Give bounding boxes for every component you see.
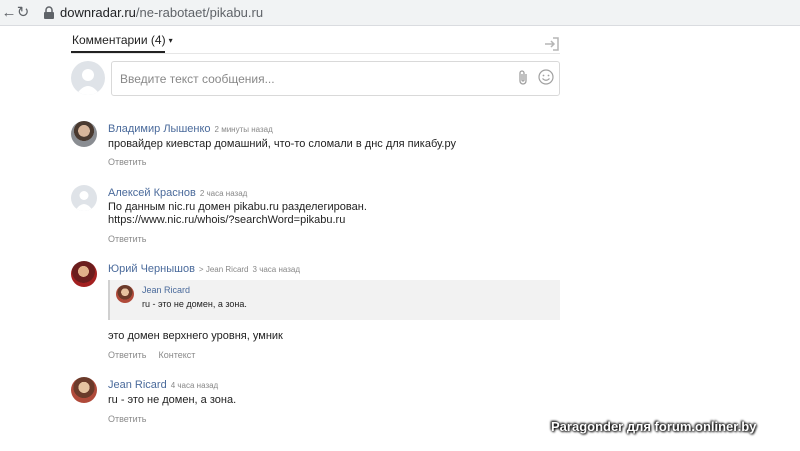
quote-text: ru - это не домен, а зона. xyxy=(142,299,247,309)
watermark-text: Paragonder для forum.onliner.by xyxy=(551,419,757,434)
reply-link[interactable]: Ответить xyxy=(108,414,146,424)
comment-author[interactable]: Владимир Лышенко xyxy=(108,123,211,135)
comment-text: это домен верхнего уровня, умник xyxy=(108,330,283,342)
comment-time: 4 часа назад xyxy=(170,381,219,390)
avatar xyxy=(116,285,134,303)
comment-time: 3 часа назад xyxy=(252,265,301,274)
user-placeholder-icon xyxy=(75,191,93,211)
comment-author[interactable]: Алексей Краснов xyxy=(108,187,196,199)
comment-meta: Jean Ricard 4 часа назад xyxy=(108,377,218,393)
comment-actions: Ответить xyxy=(108,157,158,167)
comment-text: провайдер киевстар домашний, что-то слом… xyxy=(108,138,456,150)
url-path: /ne-rabotaet/pikabu.ru xyxy=(135,5,264,20)
comment-author[interactable]: Jean Ricard xyxy=(108,379,167,391)
comment-actions: Ответить xyxy=(108,414,158,424)
avatar[interactable] xyxy=(71,185,97,211)
reply-link[interactable]: Ответить xyxy=(108,350,146,360)
header-divider xyxy=(71,53,560,54)
address-bar[interactable]: downradar.ru/ne-rabotaet/pikabu.ru xyxy=(60,5,263,20)
paperclip-icon[interactable] xyxy=(516,69,530,87)
comment-time: 2 минуты назад xyxy=(214,125,273,134)
message-input[interactable] xyxy=(111,61,560,96)
comment-text: ru - это не домен, а зона. xyxy=(108,394,237,406)
user-placeholder-icon xyxy=(76,69,100,95)
comment-actions: Ответить Контекст xyxy=(108,350,207,360)
chevron-down-icon: ▾ xyxy=(168,36,173,45)
comment-time: 2 часа назад xyxy=(199,189,248,198)
reload-icon[interactable]: ↻ xyxy=(14,4,32,22)
comment-meta: Алексей Краснов 2 часа назад xyxy=(108,185,247,201)
quoted-comment[interactable]: Jean Ricard ru - это не домен, а зона. xyxy=(108,280,560,320)
login-icon[interactable] xyxy=(544,36,560,52)
comment-author[interactable]: Юрий Чернышов xyxy=(108,263,195,275)
avatar[interactable] xyxy=(71,377,97,403)
comments-sort-dropdown[interactable]: Комментарии (4) ▾ xyxy=(72,33,173,47)
reply-link[interactable]: Ответить xyxy=(108,157,146,167)
comment-meta: Владимир Лышенко 2 минуты назад xyxy=(108,121,273,137)
comment-link[interactable]: https://www.nic.ru/whois/?searchWord=pik… xyxy=(108,213,345,228)
reply-link[interactable]: Ответить xyxy=(108,234,146,244)
avatar[interactable] xyxy=(71,121,97,147)
avatar[interactable] xyxy=(71,261,97,287)
comments-title: Комментарии (4) xyxy=(72,33,166,47)
url-domain: downradar.ru xyxy=(60,5,136,20)
context-link[interactable]: Контекст xyxy=(158,350,195,360)
comment-meta: Юрий Чернышов > Jean Ricard 3 часа назад xyxy=(108,261,300,277)
smile-icon[interactable] xyxy=(538,69,554,85)
lock-icon[interactable] xyxy=(43,6,55,20)
browser-toolbar: ← ↻ downradar.ru/ne-rabotaet/pikabu.ru xyxy=(0,0,800,26)
avatar xyxy=(71,61,105,95)
reply-to-label[interactable]: > Jean Ricard xyxy=(199,265,249,274)
quote-author: Jean Ricard xyxy=(142,285,191,295)
comment-actions: Ответить xyxy=(108,234,158,244)
